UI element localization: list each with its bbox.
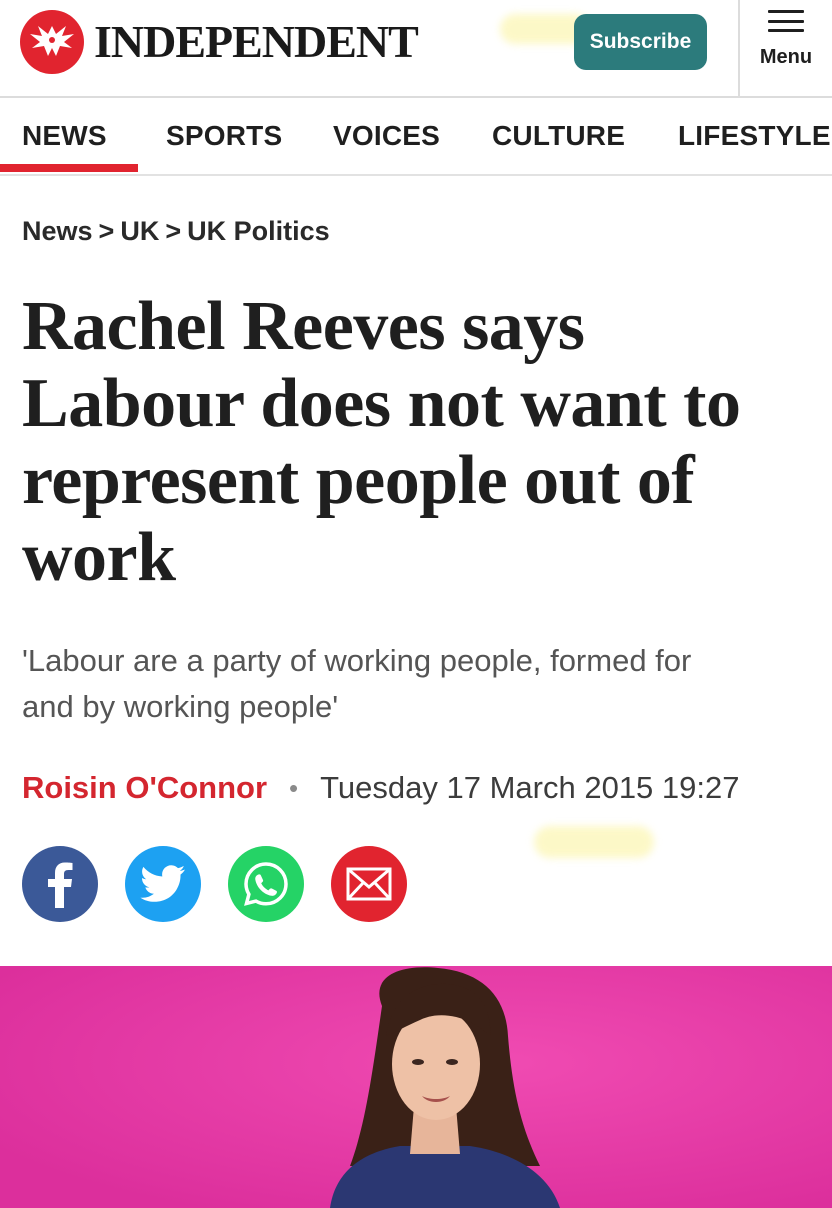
hamburger-icon bbox=[768, 10, 804, 32]
active-nav-indicator bbox=[0, 164, 138, 172]
menu-button[interactable]: Menu bbox=[738, 0, 832, 96]
speaker-photo bbox=[0, 966, 832, 1208]
publish-date: Tuesday 17 March 2015 19:27 bbox=[320, 770, 740, 805]
headline-line: Labour does not want to bbox=[22, 365, 741, 442]
nav-item-sports[interactable]: SPORTS bbox=[166, 120, 282, 152]
breadcrumb-separator: > bbox=[98, 216, 115, 246]
twitter-icon bbox=[140, 865, 185, 902]
share-facebook-button[interactable] bbox=[22, 846, 98, 922]
headline-line: Rachel Reeves says bbox=[22, 288, 585, 365]
whatsapp-icon bbox=[244, 862, 288, 906]
article-standfirst: 'Labour are a party of working people, f… bbox=[22, 638, 812, 730]
eagle-logo-icon bbox=[20, 10, 84, 74]
standfirst-line: 'Labour are a party of working people, f… bbox=[22, 643, 692, 678]
breadcrumb-item-uk-politics[interactable]: UK Politics bbox=[187, 216, 330, 246]
logo-wordmark: INDEPENDENT bbox=[94, 16, 419, 67]
nav-item-lifestyle[interactable]: LIFESTYLE bbox=[678, 120, 831, 152]
headline-line: represent people out of bbox=[22, 442, 695, 519]
article-headline: Rachel Reeves says Labour does not want … bbox=[22, 288, 822, 596]
facebook-icon bbox=[48, 862, 73, 908]
headline-line: work bbox=[22, 519, 176, 596]
article-hero-image bbox=[0, 966, 832, 1208]
menu-label: Menu bbox=[759, 46, 813, 68]
standfirst-line: and by working people' bbox=[22, 689, 339, 724]
nav-item-culture[interactable]: CULTURE bbox=[492, 120, 625, 152]
share-bar bbox=[22, 846, 434, 922]
share-twitter-button[interactable] bbox=[125, 846, 201, 922]
site-header: INDEPENDENT Subscribe Menu bbox=[0, 0, 832, 98]
section-nav: NEWS SPORTS VOICES CULTURE LIFESTYLE bbox=[0, 98, 832, 176]
breadcrumb-item-news[interactable]: News bbox=[22, 216, 93, 246]
author-link[interactable]: Roisin O'Connor bbox=[22, 770, 267, 806]
breadcrumb: News > UK > UK Politics bbox=[22, 216, 330, 247]
site-logo[interactable]: INDEPENDENT bbox=[20, 10, 419, 74]
byline-bullet: • bbox=[289, 772, 299, 803]
article-byline: Roisin O'Connor • Tuesday 17 March 2015 … bbox=[22, 770, 740, 806]
breadcrumb-separator: > bbox=[165, 216, 182, 246]
highlight-mark bbox=[534, 826, 654, 858]
email-icon bbox=[346, 867, 392, 901]
subscribe-button[interactable]: Subscribe bbox=[574, 14, 707, 70]
share-email-button[interactable] bbox=[331, 846, 407, 922]
breadcrumb-item-uk[interactable]: UK bbox=[120, 216, 159, 246]
nav-item-voices[interactable]: VOICES bbox=[333, 120, 440, 152]
nav-item-news[interactable]: NEWS bbox=[22, 120, 107, 152]
share-whatsapp-button[interactable] bbox=[228, 846, 304, 922]
